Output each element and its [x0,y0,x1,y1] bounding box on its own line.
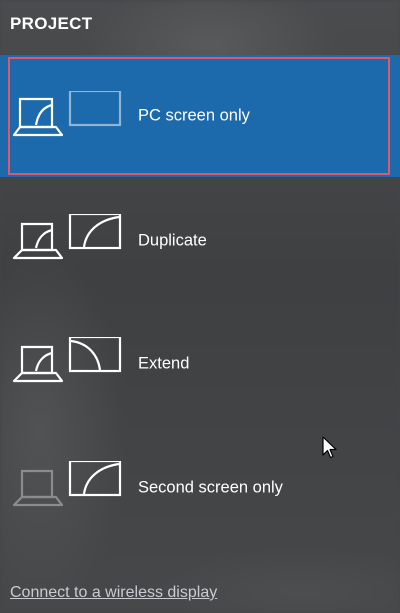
second-screen-only-icon [12,461,124,511]
project-flyout: PROJECT PC screen only Duplicate Extend … [0,0,400,613]
option-label: Extend [138,354,190,373]
option-label: Second screen only [138,478,283,497]
option-duplicate[interactable]: Duplicate [0,180,400,302]
connect-wireless-display-link[interactable]: Connect to a wireless display [10,584,217,602]
option-pc-screen-only[interactable]: PC screen only [0,55,400,177]
option-label: Duplicate [138,231,207,250]
option-extend[interactable]: Extend [0,303,400,425]
option-second-screen-only[interactable]: Second screen only [0,427,400,549]
panel-title: PROJECT [10,14,93,33]
mouse-pointer-icon [322,436,338,460]
pc-screen-only-icon [12,91,124,141]
option-label: PC screen only [138,106,250,125]
extend-icon [12,337,124,387]
duplicate-icon [12,214,124,264]
